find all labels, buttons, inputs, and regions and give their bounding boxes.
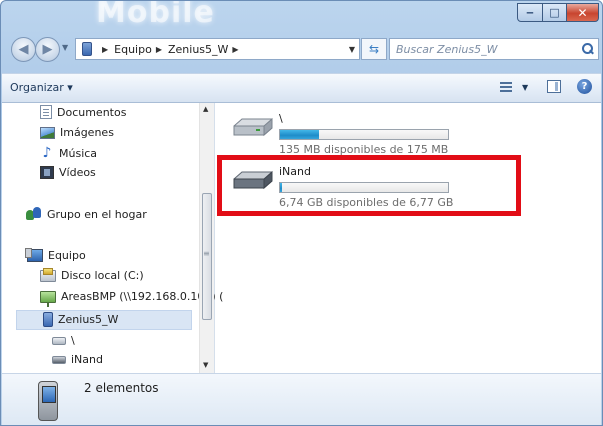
explorer-window: Mobile ‒ □ ✕ ◀ ▶ ▼ ▶ Equipo ▶ Zenius5_W …: [0, 0, 603, 426]
forward-arrow-icon: ▶: [42, 42, 53, 57]
breadcrumb-separator-icon[interactable]: ▶: [156, 45, 162, 54]
pictures-icon: [40, 126, 55, 139]
mobile-device-icon: [38, 381, 58, 421]
drive-icon: [52, 355, 66, 364]
music-icon: ♪: [42, 145, 52, 161]
computer-icon: [25, 248, 43, 262]
search-placeholder: Buscar Zenius5_W: [396, 42, 498, 56]
help-icon[interactable]: ?: [577, 79, 592, 94]
main-content: Documentos Imágenes ♪ Música Vídeos Grup…: [2, 103, 601, 373]
sidebar-item-label: Disco local (C:): [61, 269, 144, 282]
search-input[interactable]: Buscar Zenius5_W: [389, 38, 599, 60]
preview-pane-icon[interactable]: [547, 80, 561, 93]
drive-capacity-fill: [280, 130, 319, 139]
sidebar-item-local-disk[interactable]: Disco local (C:): [40, 267, 144, 282]
organize-menu-button[interactable]: Organizar ▾: [10, 81, 73, 94]
scroll-up-icon[interactable]: ▲: [203, 105, 208, 113]
local-disk-icon: [40, 267, 56, 282]
red-highlight-box: [217, 155, 521, 216]
sidebar-item-label: Grupo en el hogar: [47, 207, 147, 221]
breadcrumb: ▶ Equipo ▶ Zenius5_W ▶: [98, 43, 245, 56]
maximize-button[interactable]: □: [542, 3, 567, 22]
sidebar-item-documentos[interactable]: Documentos: [40, 105, 126, 119]
sidebar-item-label: iNand: [71, 353, 103, 366]
close-button[interactable]: ✕: [566, 3, 599, 22]
breadcrumb-zenius[interactable]: Zenius5_W: [168, 43, 228, 56]
drive-icon: [52, 336, 66, 345]
sidebar-item-musica[interactable]: ♪ Música: [40, 145, 98, 161]
sidebar-scrollbar[interactable]: ▲ ≡ ▼: [199, 103, 214, 373]
view-options-icon[interactable]: [500, 80, 516, 94]
forward-button[interactable]: ▶: [35, 37, 60, 62]
back-button[interactable]: ◀: [11, 37, 36, 62]
sidebar-item-imagenes[interactable]: Imágenes: [40, 126, 114, 139]
video-icon: [40, 166, 54, 179]
sidebar-item-equipo[interactable]: Equipo: [25, 248, 86, 262]
background-watermark: Mobile: [96, 0, 215, 30]
device-icon: [82, 42, 92, 56]
drive-icon: [233, 117, 273, 137]
scroll-down-icon[interactable]: ▼: [203, 361, 208, 369]
minimize-button[interactable]: ‒: [517, 3, 543, 22]
homegroup-icon: [26, 207, 42, 221]
navigation-pane: Documentos Imágenes ♪ Música Vídeos Grup…: [2, 103, 223, 373]
sidebar-item-videos[interactable]: Vídeos: [40, 166, 96, 179]
sidebar-item-root-drive[interactable]: \: [52, 334, 75, 347]
refresh-icon: ⇆: [368, 42, 380, 56]
view-dropdown-icon[interactable]: ▼: [522, 83, 528, 92]
sidebar-item-label: Equipo: [48, 249, 86, 262]
drive-name: \: [279, 112, 283, 125]
sidebar-item-label: Zenius5_W: [58, 313, 119, 326]
drive-capacity-bar: [279, 129, 449, 140]
sidebar-item-inand[interactable]: iNand: [52, 353, 103, 366]
back-arrow-icon: ◀: [18, 42, 29, 57]
sidebar-item-zenius5[interactable]: Zenius5_W: [43, 312, 118, 327]
command-toolbar: Organizar ▾ ▼ ?: [2, 73, 601, 103]
sidebar-item-label: Vídeos: [59, 166, 96, 179]
network-drive-icon: [40, 290, 56, 307]
item-count: 2 elementos: [84, 381, 159, 395]
scrollbar-grip-icon: ≡: [203, 249, 210, 258]
breadcrumb-separator-icon[interactable]: ▶: [232, 45, 238, 54]
breadcrumb-equipo[interactable]: Equipo: [114, 43, 152, 56]
sidebar-item-homegroup[interactable]: Grupo en el hogar: [26, 207, 147, 221]
sidebar-item-label: Imágenes: [60, 126, 114, 139]
sidebar-item-label: Música: [59, 146, 98, 160]
document-icon: [40, 105, 52, 119]
sidebar-item-label: Documentos: [57, 105, 127, 119]
details-pane: 2 elementos: [2, 373, 601, 425]
breadcrumb-separator-icon[interactable]: ▶: [102, 45, 108, 54]
refresh-button[interactable]: ⇆: [361, 38, 387, 60]
search-icon[interactable]: [582, 43, 594, 55]
address-bar[interactable]: ▶ Equipo ▶ Zenius5_W ▶ ▼: [75, 38, 360, 60]
address-dropdown-icon[interactable]: ▼: [349, 45, 355, 54]
sidebar-item-network-drive[interactable]: AreasBMP (\\192.168.0.100) (: [40, 290, 223, 307]
device-icon: [43, 312, 53, 327]
recent-pages-dropdown[interactable]: ▼: [62, 43, 68, 52]
title-bar[interactable]: Mobile ‒ □ ✕: [1, 1, 602, 33]
sidebar-item-label: \: [71, 334, 75, 347]
navigation-bar: ◀ ▶ ▼ ▶ Equipo ▶ Zenius5_W ▶ ▼ ⇆ Buscar …: [1, 33, 602, 69]
